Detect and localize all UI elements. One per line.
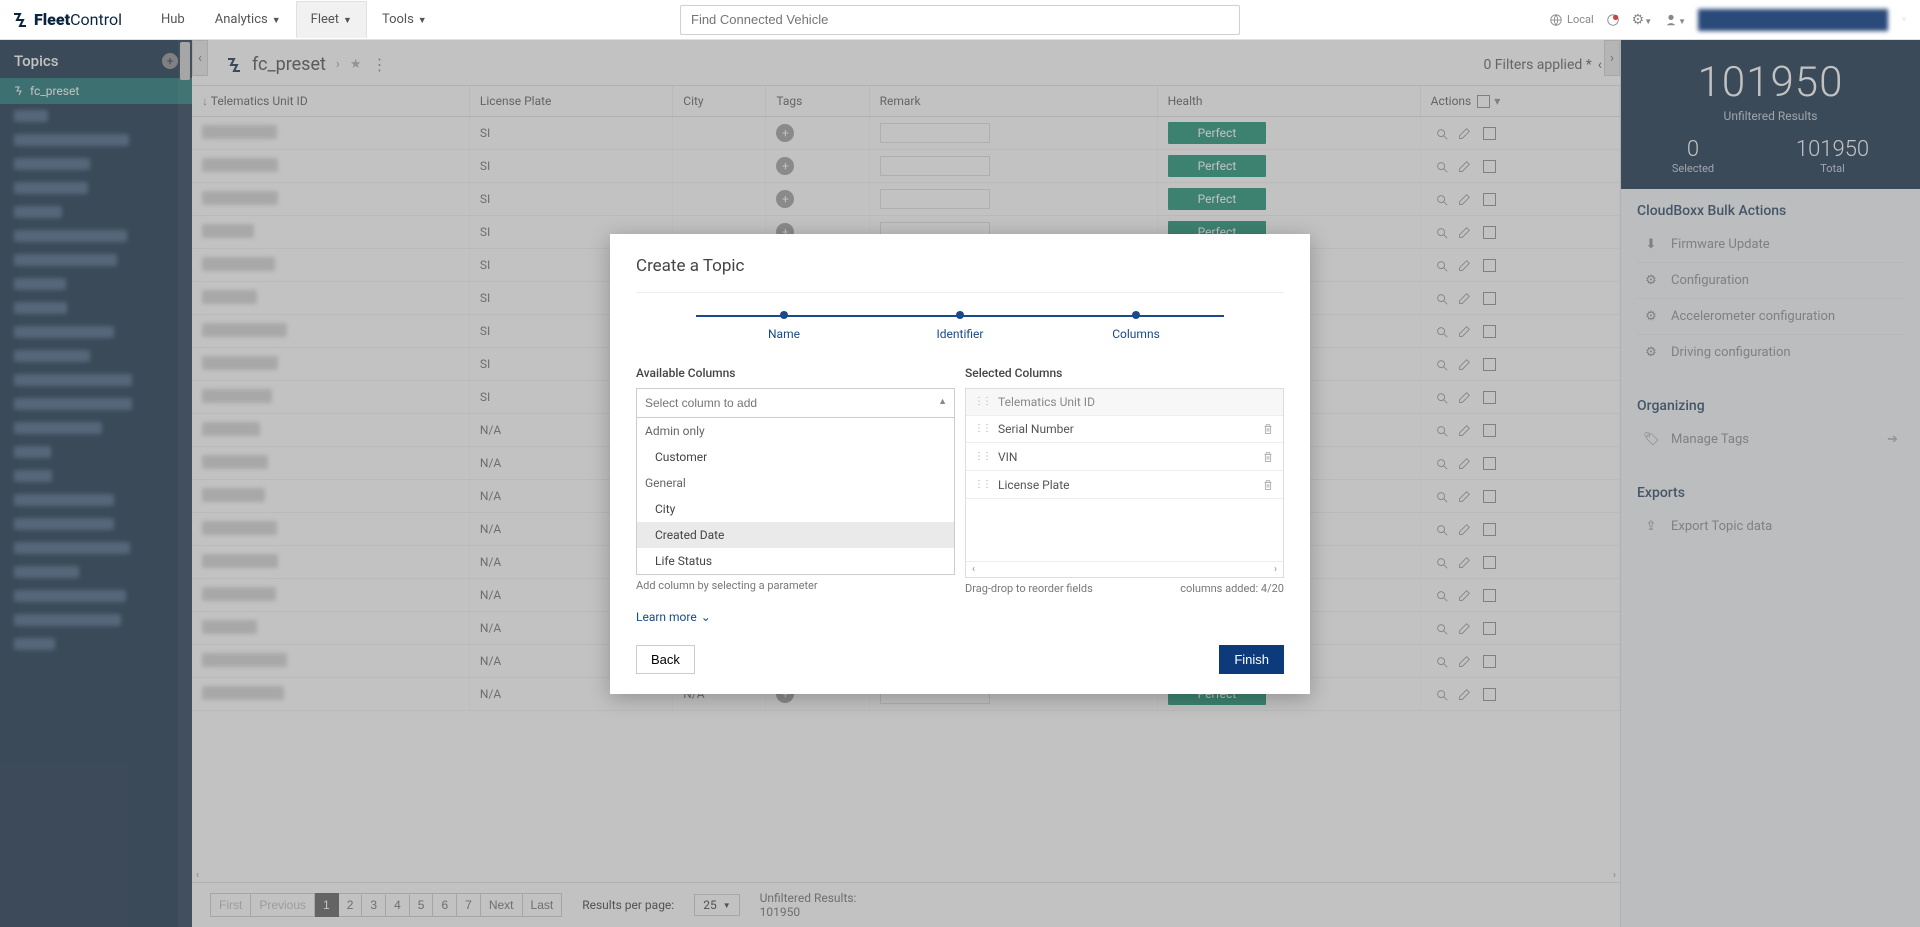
brand-logo[interactable]: FleetControl — [12, 10, 122, 29]
caret-down-icon: ▼ — [272, 16, 281, 26]
selected-columns-list: ⋮⋮ Telematics Unit ID ⋮⋮ Serial Number ⋮⋮ VIN… — [965, 388, 1284, 578]
create-topic-modal: Create a Topic Name Identifier Columns A… — [610, 234, 1310, 694]
caret-down-icon: ▼ — [1900, 15, 1908, 24]
globe-icon — [1549, 13, 1563, 27]
locale-indicator[interactable]: Local — [1549, 13, 1594, 27]
step-identifier[interactable]: Identifier — [872, 311, 1048, 342]
selected-column-label: License Plate — [998, 478, 1070, 492]
nav-right: Local ⚙▼ ▼ ▼ — [1549, 9, 1908, 31]
dropdown-item[interactable]: Customer — [637, 444, 954, 470]
remove-column-button[interactable] — [1261, 477, 1275, 492]
selected-column-item[interactable]: ⋮⋮ Telematics Unit ID — [966, 389, 1283, 416]
brand-sub: Control — [70, 10, 122, 29]
caret-down-icon: ▼ — [343, 16, 352, 26]
drag-helper: Drag-drop to reorder fields — [965, 582, 1093, 595]
learn-more-link[interactable]: Learn more⌄ — [636, 610, 711, 624]
remove-column-button[interactable] — [1261, 422, 1275, 437]
nav-analytics[interactable]: Analytics▼ — [200, 1, 296, 38]
drag-handle-icon[interactable]: ⋮⋮ — [974, 396, 990, 407]
top-nav: FleetControl Hub Analytics▼ Fleet▼ Tools… — [0, 0, 1920, 40]
remove-column-button[interactable] — [1261, 449, 1275, 464]
nav-tools[interactable]: Tools▼ — [367, 1, 442, 38]
gear-icon[interactable]: ⚙▼ — [1632, 12, 1652, 28]
selected-columns-title: Selected Columns — [965, 366, 1284, 380]
available-columns-dropdown: Admin onlyCustomerGeneralCityCreated Dat… — [636, 418, 955, 575]
dropdown-item[interactable]: Life Status — [637, 548, 954, 574]
user-name-redacted[interactable] — [1698, 9, 1888, 31]
selected-column-item[interactable]: ⋮⋮ VIN — [966, 443, 1283, 471]
selected-column-label: Telematics Unit ID — [998, 395, 1095, 409]
chevron-down-icon: ⌄ — [701, 610, 711, 624]
search-input[interactable] — [680, 5, 1240, 35]
selected-list-scrollbar[interactable]: ‹› — [966, 561, 1283, 577]
drag-handle-icon[interactable]: ⋮⋮ — [974, 479, 990, 490]
dropdown-item[interactable]: Created Date — [637, 522, 954, 548]
caret-up-icon[interactable]: ▲ — [938, 396, 947, 407]
logo-icon — [12, 12, 28, 28]
nav-items: Hub Analytics▼ Fleet▼ Tools▼ — [146, 1, 442, 38]
notification-icon[interactable] — [1606, 12, 1620, 28]
wizard-stepper: Name Identifier Columns — [696, 311, 1224, 342]
dropdown-item[interactable]: City — [637, 496, 954, 522]
drag-handle-icon[interactable]: ⋮⋮ — [974, 423, 990, 434]
global-search — [680, 5, 1240, 35]
user-icon[interactable]: ▼ — [1664, 12, 1686, 28]
column-search-input[interactable] — [636, 388, 955, 418]
selected-column-item[interactable]: ⋮⋮ License Plate — [966, 471, 1283, 499]
selected-column-item[interactable]: ⋮⋮ Serial Number — [966, 416, 1283, 444]
finish-button[interactable]: Finish — [1219, 645, 1284, 674]
selected-column-label: VIN — [998, 450, 1017, 464]
modal-title: Create a Topic — [636, 256, 1284, 293]
nav-hub[interactable]: Hub — [146, 1, 200, 38]
nav-fleet[interactable]: Fleet▼ — [296, 1, 367, 38]
drag-handle-icon[interactable]: ⋮⋮ — [974, 451, 990, 462]
back-button[interactable]: Back — [636, 645, 695, 674]
selected-column-label: Serial Number — [998, 422, 1074, 436]
caret-down-icon: ▼ — [418, 16, 427, 26]
brand-bold: Fleet — [34, 10, 70, 29]
dropdown-group: Admin only — [637, 418, 954, 444]
available-helper: Add column by selecting a parameter — [636, 579, 955, 592]
columns-added-counter: columns added: 4/20 — [1180, 582, 1284, 595]
dropdown-group: General — [637, 470, 954, 496]
step-columns[interactable]: Columns — [1048, 311, 1224, 342]
available-columns-title: Available Columns — [636, 366, 955, 380]
step-name[interactable]: Name — [696, 311, 872, 342]
